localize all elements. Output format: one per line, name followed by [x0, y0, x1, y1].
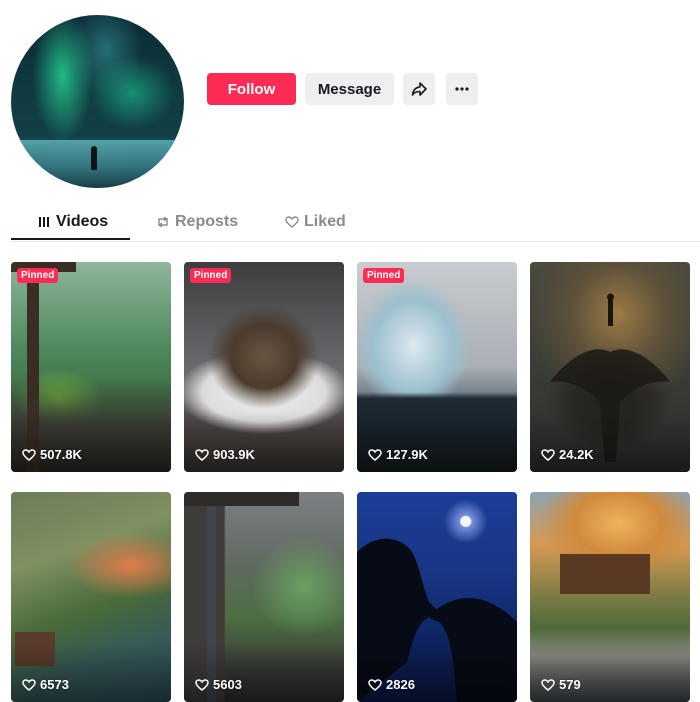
- view-count: 903.9K: [195, 447, 255, 462]
- pinned-badge: Pinned: [17, 268, 59, 283]
- view-count: 24.2K: [541, 447, 594, 462]
- tab-reposts[interactable]: Reposts: [156, 205, 238, 239]
- tab-liked-label: Liked: [304, 213, 346, 230]
- view-count-label: 579: [559, 677, 581, 692]
- view-count: 2826: [368, 677, 415, 692]
- more-dots-icon: [454, 81, 470, 97]
- share-button[interactable]: [403, 73, 435, 105]
- video-card[interactable]: Pinned 903.9K: [184, 262, 344, 472]
- video-card[interactable]: 2826: [357, 492, 517, 702]
- video-card[interactable]: Pinned 507.8K: [11, 262, 171, 472]
- view-count-label: 6573: [40, 677, 69, 692]
- card-shade: [530, 642, 690, 702]
- card-shade: [184, 412, 344, 472]
- active-tab-indicator: [11, 238, 130, 240]
- view-count-label: 2826: [386, 677, 415, 692]
- video-card[interactable]: 5603: [184, 492, 344, 702]
- card-shade: [530, 412, 690, 472]
- tab-videos[interactable]: Videos: [37, 205, 108, 239]
- avatar-figure: [91, 146, 97, 170]
- porch-roof: [184, 492, 299, 506]
- heart-lock-icon: [285, 215, 299, 229]
- heart-icon: [368, 448, 382, 462]
- tab-liked[interactable]: Liked: [285, 205, 346, 239]
- heart-icon: [368, 678, 382, 692]
- view-count-label: 24.2K: [559, 447, 594, 462]
- video-card[interactable]: 579: [530, 492, 690, 702]
- share-icon: [411, 81, 427, 97]
- more-options-button[interactable]: [446, 73, 478, 105]
- pinned-badge: Pinned: [363, 268, 405, 283]
- view-count: 579: [541, 677, 581, 692]
- view-count: 507.8K: [22, 447, 82, 462]
- chalet-graphic: [560, 554, 650, 594]
- profile-tabs: Videos Reposts Liked: [11, 205, 700, 242]
- heart-icon: [195, 678, 209, 692]
- view-count-label: 127.9K: [386, 447, 428, 462]
- video-card[interactable]: 24.2K: [530, 262, 690, 472]
- card-shade: [11, 642, 171, 702]
- heart-icon: [195, 448, 209, 462]
- message-button[interactable]: Message: [305, 73, 394, 105]
- view-count: 5603: [195, 677, 242, 692]
- view-count-label: 903.9K: [213, 447, 255, 462]
- heart-icon: [22, 678, 36, 692]
- repost-icon: [156, 215, 170, 229]
- grid-icon: [37, 215, 51, 229]
- heart-icon: [541, 678, 555, 692]
- tab-videos-label: Videos: [56, 213, 109, 230]
- video-card[interactable]: 6573: [11, 492, 171, 702]
- view-count: 6573: [22, 677, 69, 692]
- avatar-ground: [11, 139, 184, 188]
- card-shade: [184, 642, 344, 702]
- card-shade: [11, 412, 171, 472]
- view-count: 127.9K: [368, 447, 428, 462]
- heart-icon: [541, 448, 555, 462]
- profile-avatar[interactable]: [11, 15, 184, 188]
- heart-icon: [22, 448, 36, 462]
- pinned-badge: Pinned: [190, 268, 232, 283]
- card-shade: [357, 642, 517, 702]
- video-card[interactable]: Pinned 127.9K: [357, 262, 517, 472]
- view-count-label: 5603: [213, 677, 242, 692]
- tab-reposts-label: Reposts: [175, 213, 239, 230]
- follow-button[interactable]: Follow: [207, 73, 296, 105]
- card-shade: [357, 412, 517, 472]
- view-count-label: 507.8K: [40, 447, 82, 462]
